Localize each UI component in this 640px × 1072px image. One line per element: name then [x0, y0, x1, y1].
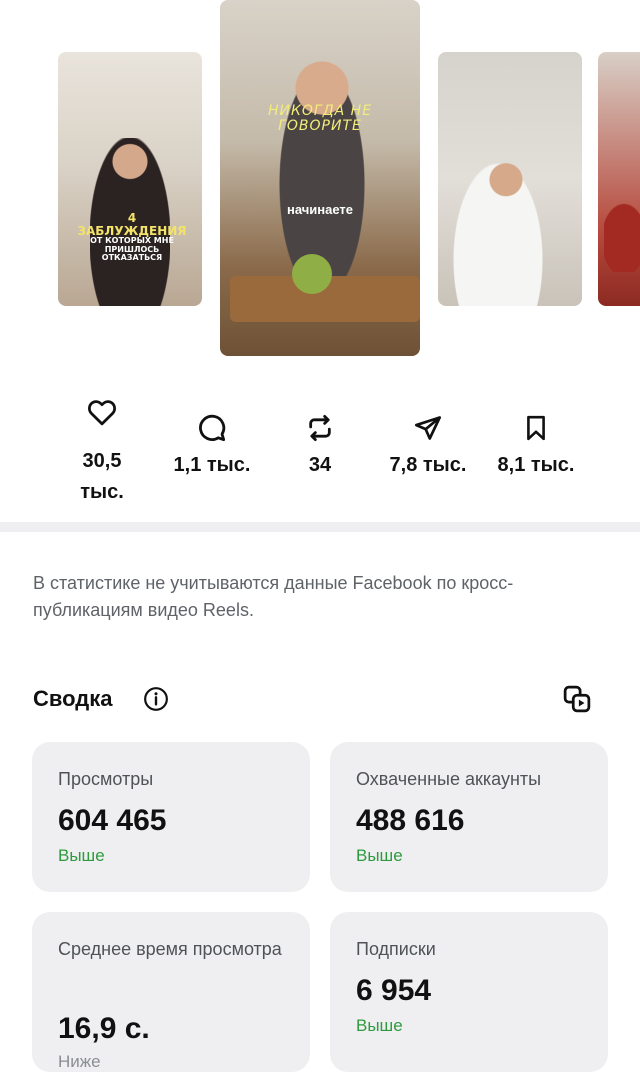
likes-count: 30,5 тыс.	[80, 450, 124, 503]
follows-card[interactable]: Подписки 6 954 Выше	[330, 912, 608, 1072]
thumbnail-caption: начинаете	[286, 202, 354, 217]
heart-icon	[88, 400, 116, 426]
crosspost-note: В статистике не учитываются данные Faceb…	[33, 573, 514, 620]
card-trend: Ниже	[58, 1052, 101, 1071]
reposts-count: 34	[308, 454, 332, 476]
card-trend: Выше	[58, 846, 105, 865]
summary-title: Сводка	[33, 686, 113, 711]
shares-metric: 7,8 тыс.	[376, 414, 480, 481]
shares-count: 7,8 тыс.	[389, 454, 467, 476]
reposts-metric: 34	[290, 414, 350, 481]
reel-thumbnail[interactable]	[598, 52, 640, 306]
reel-thumbnail[interactable]	[438, 52, 582, 306]
card-label: Охваченные аккаунты	[356, 769, 542, 789]
section-divider	[0, 522, 640, 532]
thumbnail-image-detail	[292, 254, 332, 294]
bookmark-icon	[527, 415, 545, 441]
card-label: Просмотры	[58, 769, 154, 789]
reels-carousel: 4 ЗАБЛУЖДЕНИЯ ОТ КОТОРЫХ МНЕ ПРИШЛОСЬ ОТ…	[0, 0, 640, 370]
send-icon	[414, 416, 442, 440]
card-label: Подписки	[356, 939, 436, 959]
card-label: Среднее время просмотра	[58, 939, 282, 959]
comment-icon	[199, 414, 226, 442]
summary-header: Сводка	[33, 682, 608, 722]
card-value: 604 465	[58, 804, 167, 837]
card-trend: Выше	[356, 1016, 403, 1035]
views-card[interactable]: Просмотры 604 465 Выше	[32, 742, 310, 892]
engagement-metrics: 30,5 тыс. 1,1 тыс. 34 7,8 тыс. 8,1 тыс.	[0, 398, 640, 508]
reached-accounts-card[interactable]: Охваченные аккаунты 488 616 Выше	[330, 742, 608, 892]
thumbnail-image	[604, 192, 640, 272]
comments-metric: 1,1 тыс.	[160, 414, 264, 481]
card-value: 16,9 с.	[58, 1012, 150, 1045]
card-trend: Выше	[356, 846, 403, 865]
comments-count: 1,1 тыс.	[173, 454, 251, 476]
repost-icon	[309, 414, 331, 442]
reel-thumbnail[interactable]: 4 ЗАБЛУЖДЕНИЯ ОТ КОТОРЫХ МНЕ ПРИШЛОСЬ ОТ…	[58, 52, 202, 306]
likes-metric: 30,5 тыс.	[70, 398, 134, 508]
avg-watch-time-card[interactable]: Среднее время просмотра 16,9 с. Ниже	[32, 912, 310, 1072]
saves-metric: 8,1 тыс.	[486, 414, 586, 481]
card-value: 488 616	[356, 804, 465, 837]
thumbnail-caption: НИКОГДА НЕ ГОВОРИТЕ	[267, 103, 373, 135]
info-icon[interactable]	[143, 686, 169, 712]
thumbnail-caption: 4 ЗАБЛУЖДЕНИЯ ОТ КОТОРЫХ МНЕ ПРИШЛОСЬ ОТ…	[77, 211, 187, 262]
reel-thumbnail-selected[interactable]: НИКОГДА НЕ ГОВОРИТЕ начинаете	[220, 0, 420, 356]
copy-icon[interactable]	[562, 684, 592, 714]
saves-count: 8,1 тыс.	[497, 454, 575, 476]
thumbnail-image	[448, 152, 548, 306]
card-value: 6 954	[356, 974, 432, 1007]
